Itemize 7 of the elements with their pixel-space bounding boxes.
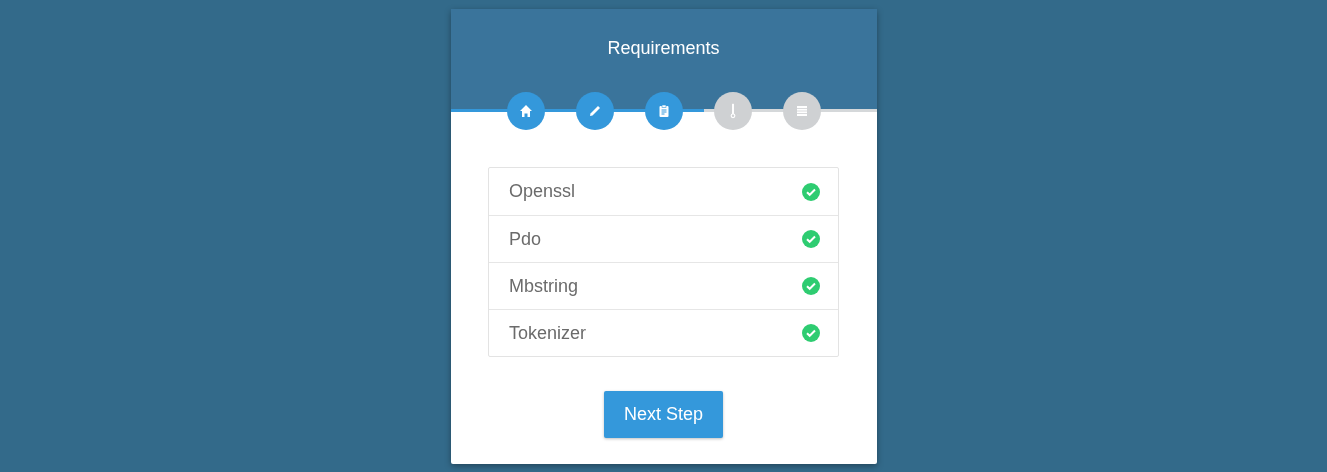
requirement-name: Mbstring (509, 274, 579, 298)
thermometer-icon (729, 103, 736, 119)
next-step-button[interactable]: Next Step (604, 391, 723, 438)
requirement-name: Tokenizer (509, 321, 587, 345)
requirement-name: Pdo (509, 227, 542, 251)
requirement-name: Openssl (509, 180, 576, 203)
card-title: Requirements (607, 37, 720, 59)
